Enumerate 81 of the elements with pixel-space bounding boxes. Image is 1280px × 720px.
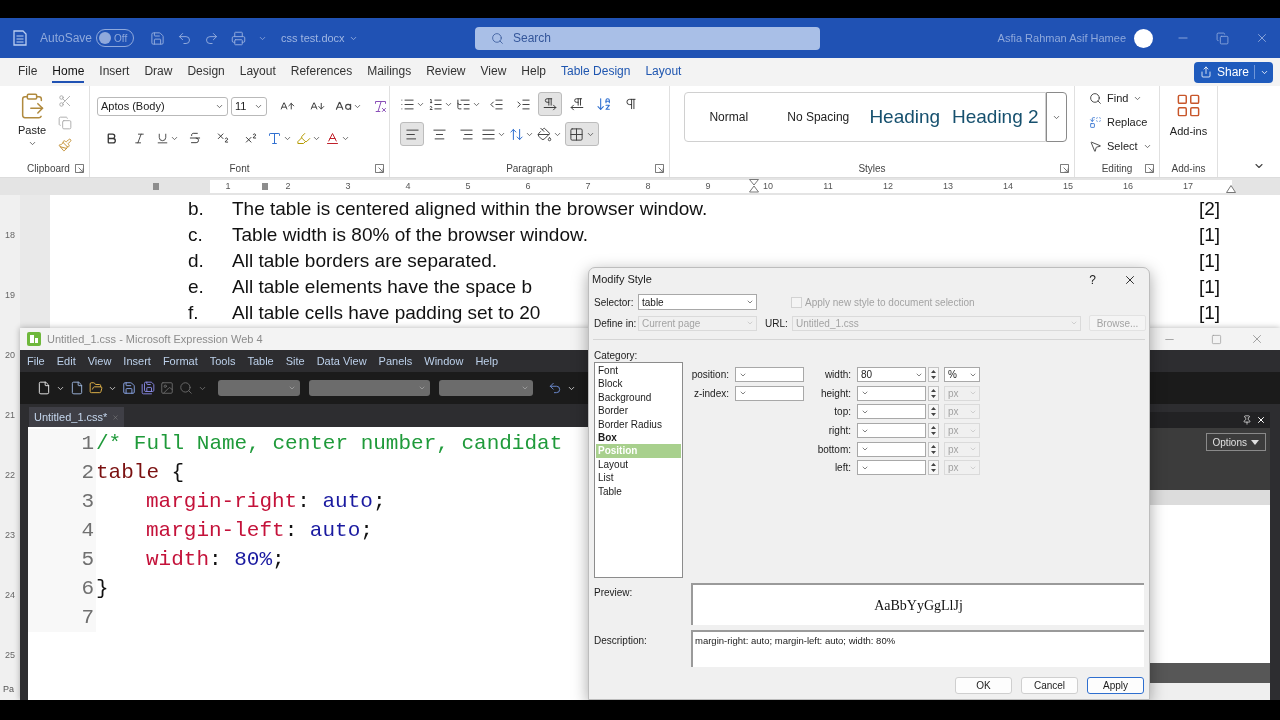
code-line: table { [96,459,185,486]
ruler-number: 2 [285,179,291,193]
status-text: Pa [3,683,14,697]
description-text: margin-right: auto; margin-left: auto; width: 80% [695,634,896,648]
user-name: Asfia Rahman Asif Hamee [997,30,1126,46]
window-title: Untitled_1.css - Microsoft Expression Web 4 [47,331,263,347]
ruler-number: 1 [225,179,231,193]
ruler-number: 9 [705,179,711,193]
ruler-number: 14 [1003,179,1013,193]
field-label: height: [820,386,851,401]
ruler-number: 17 [1183,179,1193,193]
list-marker: e. [188,274,204,299]
list-marker: b. [188,196,204,221]
ruler-number: 12 [883,179,893,193]
ruler-number: 4 [405,179,411,193]
dialog-title: Modify Style [592,272,652,288]
checkbox-label: Apply new style to document selection [805,295,975,310]
group-label: Clipboard [27,161,70,176]
marks-text: [1] [1198,222,1220,247]
ruler-number: 6 [525,179,531,193]
field-label: Define in: [594,316,637,331]
autosave-label: AutoSave [40,30,93,47]
list-item-text: All table borders are separated. [232,248,498,273]
list-item-text: All table cells have padding set to 20 [232,300,541,325]
ruler-number: 7 [585,179,591,193]
list-item-text: The table is centered aligned within the browser window. [232,196,708,221]
ruler-number: 22 [5,469,15,483]
line-number: 7 [81,604,94,631]
line-number: 2 [81,459,94,486]
ruler-number: 13 [943,179,953,193]
field-label: width: [824,368,851,382]
field-label: top: [834,405,851,420]
field-label: position: [691,368,729,382]
field-label: Preview: [594,586,633,600]
ruler-number: 8 [645,179,651,193]
marks-text: [1] [1198,300,1220,325]
field-label: URL: [765,316,788,331]
group-label: Add-ins [1171,161,1206,176]
ruler-number: 25 [5,649,15,663]
code-line: margin-right: auto; [146,488,386,515]
field-label: bottom: [817,442,851,457]
group-label: Editing [1101,161,1133,176]
group-label: Styles [858,161,886,176]
marks-text: [2] [1198,196,1220,221]
ruler-number: 16 [1123,179,1133,193]
line-number: 4 [81,517,94,544]
line-number: 5 [81,546,94,573]
code-line: margin-left: auto; [146,517,373,544]
group-label: Font [229,161,250,176]
line-number: 6 [81,575,94,602]
line-number: 3 [81,488,94,515]
marks-text: [1] [1198,248,1220,273]
list-item-text: Table width is 80% of the browser window. [232,222,588,247]
list-marker: c. [188,222,203,247]
field-label: left: [834,461,851,476]
ruler-number: 21 [5,409,15,423]
ruler-number: 11 [823,179,833,193]
code-line: } [96,575,109,602]
ruler-number: 15 [1063,179,1073,193]
code-line: width: 80%; [146,546,285,573]
list-marker: d. [188,248,204,273]
field-label: Description: [594,634,647,648]
ruler-number: 10 [763,179,773,193]
ruler-number: 19 [5,289,15,303]
list-item-text: All table elements have the space b [232,274,532,299]
marks-text: [1] [1198,274,1220,299]
ruler-number: 5 [465,179,471,193]
field-label: z-index: [694,386,729,401]
line-number: 1 [81,430,94,457]
ruler-number: 23 [5,529,15,543]
field-label: Category: [594,348,638,363]
ruler-number: 24 [5,589,15,603]
ruler-number: 18 [5,229,15,243]
field-label: right: [828,424,851,439]
code-line: /* Full Name, center number, candidat [96,430,563,457]
ruler-number: 20 [5,349,15,363]
preview-sample-text: AaBbYyGgLlJj [874,596,963,615]
list-marker: f. [188,300,199,325]
field-label: Selector: [594,295,634,310]
group-label: Paragraph [506,161,553,176]
ruler-number: 3 [345,179,351,193]
